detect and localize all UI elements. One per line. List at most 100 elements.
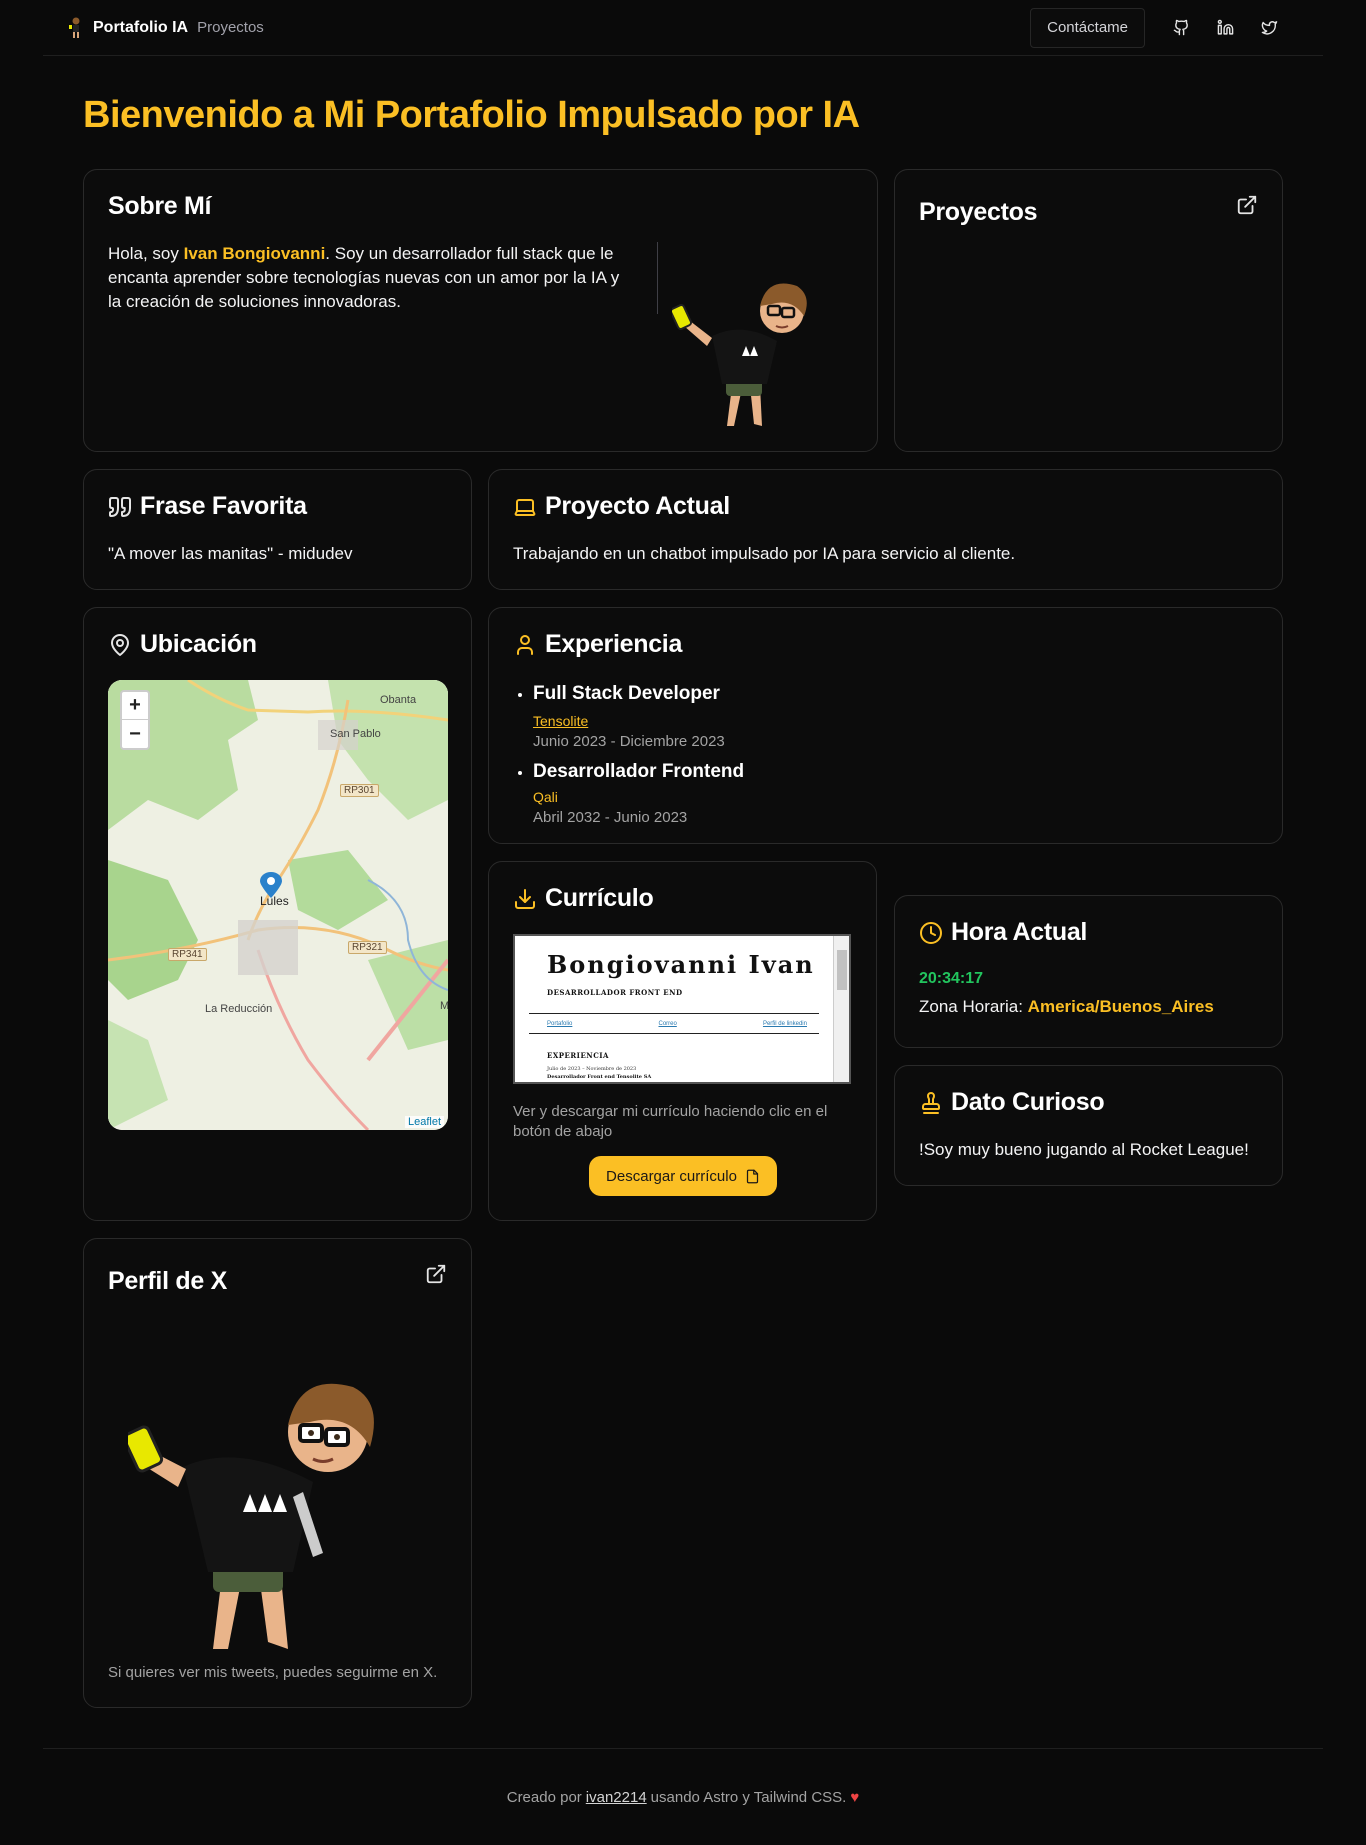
footer: Creado por ivan2214 usando Astro y Tailw… [43, 1748, 1323, 1845]
cv-preview-line: Julio de 2023 – Noviembre de 2023 [547, 1066, 637, 1072]
cv-preview-section: EXPERIENCIA [547, 1051, 609, 1060]
zoom-in-button[interactable]: + [122, 692, 148, 720]
quote-header: Frase Favorita [108, 492, 307, 521]
location-card: Ubicación + − Obanta San Pablo RP301 RP3… [83, 607, 472, 1221]
map-label-obanta: Obanta [380, 694, 417, 706]
about-divider [657, 242, 658, 314]
timezone-row: Zona Horaria: America/Buenos_Aires [919, 995, 1214, 1019]
location-title: Ubicación [140, 630, 257, 658]
about-text: Hola, soy Ivan Bongiovanni. Soy un desar… [108, 242, 628, 314]
cv-description: Ver y descargar mi currículo haciendo cl… [513, 1103, 828, 1140]
avatar-image [672, 283, 807, 426]
github-link[interactable] [1159, 8, 1203, 48]
road-tag-rp321: RP321 [348, 941, 387, 954]
about-name: Ivan Bongiovanni [183, 244, 326, 263]
external-link-icon[interactable] [425, 1263, 447, 1285]
experience-item: Full Stack Developer Tensolite Junio 202… [533, 682, 744, 752]
map-label-la-reduccion: La Reducción [205, 1003, 273, 1015]
x-profile-text: Si quieres ver mis tweets, puedes seguir… [108, 1664, 438, 1681]
download-icon [513, 887, 537, 911]
file-icon [746, 1169, 759, 1183]
map-label-m: M [440, 1000, 448, 1012]
nav-link-projects[interactable]: Proyectos [197, 19, 264, 36]
experience-card: Experiencia Full Stack Developer Tensoli… [488, 607, 1283, 844]
experience-dates: Junio 2023 - Diciembre 2023 [533, 733, 725, 750]
cv-link-email[interactable]: Correo [658, 1021, 676, 1027]
avatar-logo-icon [69, 17, 80, 38]
footer-author-link[interactable]: ivan2214 [586, 1789, 647, 1806]
map-label-lules: Lules [260, 894, 289, 908]
road-tag-rp301: RP301 [340, 784, 379, 797]
cv-link-portfolio[interactable]: Portafolio [547, 1021, 572, 1027]
projects-card[interactable]: Proyectos [894, 169, 1283, 452]
location-map[interactable]: + − Obanta San Pablo RP301 RP321 RP341 L… [108, 680, 448, 1130]
footer-suffix: usando Astro y Tailwind CSS. [650, 1788, 847, 1806]
external-link-icon[interactable] [1236, 194, 1258, 216]
download-cv-button[interactable]: Descargar currículo [589, 1156, 777, 1196]
cv-scrollbar[interactable] [833, 936, 849, 1082]
time-title: Hora Actual [951, 918, 1088, 946]
location-header: Ubicación [108, 630, 257, 659]
experience-title: Experiencia [545, 630, 683, 658]
experience-item: Desarrollador Frontend Qali Abril 2032 -… [533, 760, 744, 828]
linkedin-link[interactable] [1203, 8, 1247, 48]
current-project-header: Proyecto Actual [513, 492, 730, 521]
quote-text: "A mover las manitas" - midudev [108, 544, 353, 563]
cv-preview-name: Bongiovanni Ivan [547, 950, 815, 979]
fun-fact-text: !Soy muy bueno jugando al Rocket League! [919, 1140, 1249, 1159]
experience-company-link[interactable]: Tensolite [533, 710, 744, 732]
cv-link-linkedin[interactable]: Perfil de linkedin [763, 1021, 807, 1027]
cv-card: Currículo Bongiovanni Ivan DESARROLLADOR… [488, 861, 877, 1221]
experience-company: Qali [533, 789, 558, 805]
quote-title: Frase Favorita [140, 492, 307, 520]
projects-title: Proyectos [919, 198, 1038, 226]
x-profile-card[interactable]: Perfil de X Si quieres ver mis tweets, p… [83, 1238, 472, 1708]
cv-divider [529, 1033, 819, 1034]
brand[interactable]: Portafolio IA [67, 17, 188, 39]
contact-button[interactable]: Contáctame [1030, 7, 1145, 48]
current-project-title: Proyecto Actual [545, 492, 730, 520]
clock-value: 20:34:17 [919, 970, 984, 987]
cv-title: Currículo [545, 884, 654, 912]
fun-fact-title: Dato Curioso [951, 1088, 1105, 1116]
experience-list: Full Stack Developer Tensolite Junio 202… [533, 682, 744, 828]
linkedin-icon [1217, 19, 1233, 35]
laptop-icon [513, 495, 537, 519]
download-cv-label: Descargar currículo [606, 1167, 737, 1185]
timezone-label: Zona Horaria: [919, 997, 1023, 1016]
cv-preview-role: DESARROLLADOR FRONT END [547, 988, 683, 997]
fun-fact-header: Dato Curioso [919, 1088, 1105, 1117]
cv-preview-line: Desarrollador Front end Tensolite SA [547, 1074, 652, 1080]
heart-icon: ♥ [850, 1788, 860, 1806]
current-project-text: Trabajando en un chatbot impulsado por I… [513, 544, 1016, 563]
timezone-value: America/Buenos_Aires [1027, 997, 1214, 1016]
cv-preview[interactable]: Bongiovanni Ivan DESARROLLADOR FRONT END… [513, 934, 851, 1084]
github-icon [1173, 19, 1188, 36]
cv-scrollbar-thumb[interactable] [837, 950, 847, 990]
about-card: Sobre Mí Hola, soy Ivan Bongiovanni. Soy… [83, 169, 878, 452]
x-profile-title: Perfil de X [108, 1267, 227, 1295]
experience-role: Desarrollador Frontend [533, 761, 745, 782]
current-project-card: Proyecto Actual Trabajando en un chatbot… [488, 469, 1283, 590]
twitter-link[interactable] [1247, 8, 1291, 48]
experience-role: Full Stack Developer [533, 683, 720, 704]
clock-icon [919, 921, 943, 945]
map-pin-icon [108, 633, 132, 657]
about-title: Sobre Mí [108, 192, 212, 220]
leaflet-attribution[interactable]: Leaflet [404, 1116, 444, 1128]
cv-preview-links: Portafolio Correo Perfil de linkedin [547, 1021, 807, 1027]
experience-dates: Abril 2032 - Junio 2023 [533, 809, 688, 826]
twitter-icon [1261, 21, 1277, 35]
quote-icon [108, 495, 132, 519]
page-title: Bienvenido a Mi Portafolio Impulsado por… [83, 94, 860, 136]
user-icon [513, 633, 537, 657]
footer-prefix: Creado por [506, 1788, 582, 1806]
avatar-image [128, 1383, 374, 1649]
fun-fact-card: Dato Curioso !Soy muy bueno jugando al R… [894, 1065, 1283, 1186]
cv-divider [529, 1013, 819, 1014]
zoom-control: + − [120, 690, 150, 750]
zoom-out-button[interactable]: − [122, 720, 148, 748]
about-intro: Hola, soy [108, 244, 179, 263]
time-card: Hora Actual 20:34:17 Zona Horaria: Ameri… [894, 895, 1283, 1048]
road-tag-rp341: RP341 [168, 948, 207, 961]
